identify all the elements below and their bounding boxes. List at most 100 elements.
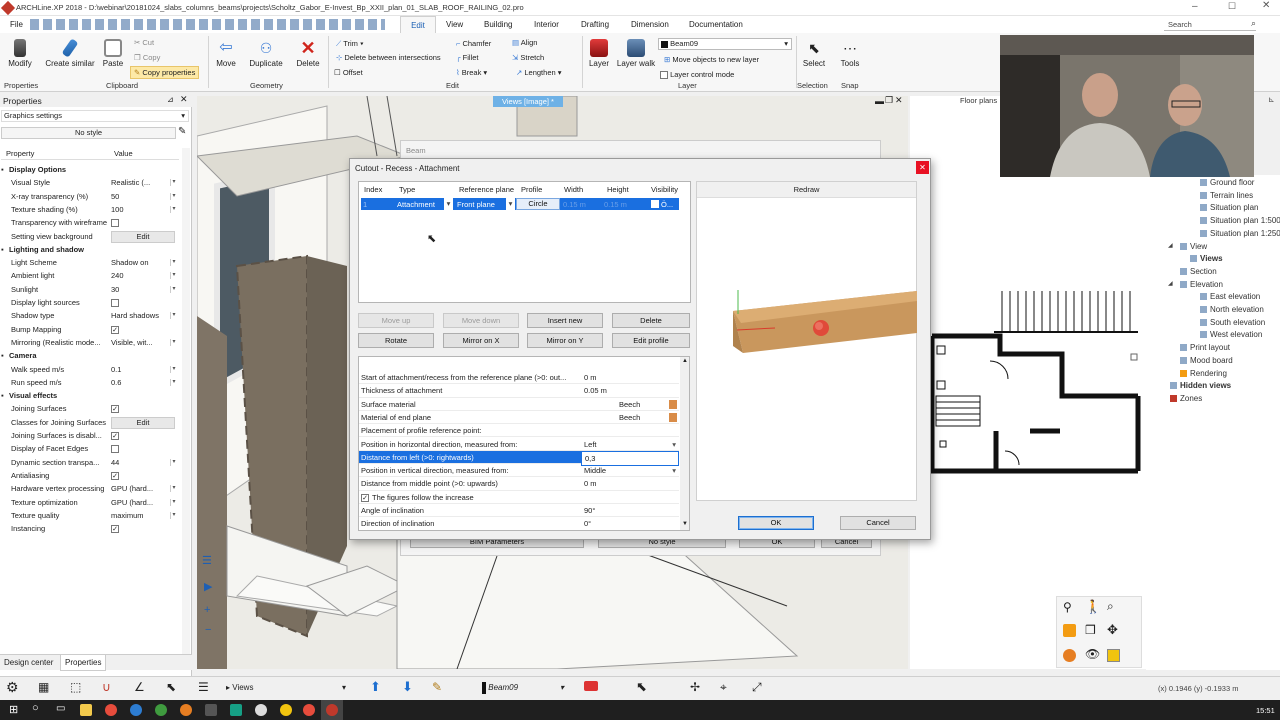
graphics-settings-select[interactable]: Graphics settings ▾ [1,110,189,122]
sun-icon[interactable] [1063,649,1076,662]
row-width[interactable]: 0.15 m [563,200,586,209]
maximize-button[interactable]: ☐ [1228,1,1236,12]
duplicate-button[interactable]: ⚇ Duplicate [246,39,286,68]
property-checkbox[interactable] [111,299,119,308]
property-section-header[interactable]: ▪ Camera [1,349,179,363]
collapse-icon[interactable]: ▪ [1,163,4,176]
parameter-row[interactable]: Position in vertical direction, measured… [359,464,679,478]
figures-follow-checkbox[interactable]: ✓ [361,493,369,502]
parameter-value[interactable]: Left [584,440,597,449]
align-button[interactable]: ▤ Align [512,38,537,47]
tree-item[interactable]: Views [1190,254,1223,263]
delete-button[interactable]: ✕ Delete [294,39,322,68]
texture-icon[interactable] [1107,649,1120,662]
scroll-down-icon[interactable]: ▼ [682,521,688,527]
row-visibility-checkbox[interactable] [651,200,659,208]
app-icon-2[interactable] [155,704,167,716]
views-tab[interactable]: Views [Image] * [493,96,563,107]
create-similar-button[interactable]: Create similar [44,38,96,68]
property-value[interactable]: Realistic (... [111,178,150,187]
measure-icon[interactable]: ⌖ [720,680,727,695]
param-scrollbar[interactable]: ▲ ▼ [680,357,689,530]
menu-edit[interactable]: Edit [400,16,436,33]
view-close-icon[interactable]: ✕ [895,96,903,106]
copy-properties-button[interactable]: ✎ Copy properties [130,66,200,79]
eye-icon[interactable]: 👁 [1085,647,1100,661]
parameter-value[interactable]: 0° [584,519,591,528]
menu-list-icon[interactable]: ☰ [198,680,209,694]
parameter-row[interactable]: Position in horizontal direction, measur… [359,438,679,451]
modify-button[interactable]: Modify [4,39,36,68]
cortana-icon[interactable]: ○ [32,702,39,714]
fillet-button[interactable]: ╭ Fillet [456,53,478,62]
app-icon-5[interactable] [230,704,242,716]
minimize-button[interactable]: – [1192,1,1198,12]
menu-documentation[interactable]: Documentation [689,20,743,29]
parameter-row[interactable]: Distance from middle point (>0: upwards)… [359,477,679,491]
tree-item[interactable]: South elevation [1200,318,1265,327]
parameter-row[interactable]: Angle of inclination 90° [359,504,679,518]
property-value[interactable]: Visible, wit... [111,338,153,347]
mirror-y-button[interactable]: Mirror on Y [527,333,603,348]
cursor-status-icon[interactable]: ⬉ [636,679,647,695]
view-restore-icon[interactable]: ❐ [885,96,893,106]
app-icon-4[interactable] [205,704,217,716]
arrow-down-icon[interactable]: ⬇ [402,679,413,695]
tree-item[interactable]: Situation plan 1:250 [1200,229,1280,238]
style-select[interactable]: No style [1,127,176,139]
menu-building[interactable]: Building [484,20,512,29]
layer-control-toggle[interactable]: Layer control mode [660,70,734,80]
redraw-button[interactable]: Redraw [697,182,916,198]
app-icon-8[interactable] [303,704,315,716]
zoom-out-icon[interactable]: − [205,624,211,636]
parameter-value[interactable]: Middle [584,466,606,475]
edit-button[interactable]: Edit [111,416,175,429]
row-type[interactable]: Attachment [397,200,435,209]
file-explorer-icon[interactable] [80,704,92,716]
archline-taskbar-button[interactable] [321,700,343,720]
parameter-value[interactable]: 0 m [584,373,597,382]
dimension-icon[interactable]: ⤢ [752,680,762,695]
stretch-button[interactable]: ⇲ Stretch [512,53,544,62]
property-value[interactable]: 100 [111,205,124,214]
insert-new-button[interactable]: Insert new [527,313,603,328]
property-value[interactable]: 0.1 [111,365,121,374]
tab-design-center[interactable]: Design center [4,658,53,667]
delete-row-button[interactable]: Delete [612,313,690,328]
rotate-button[interactable]: Rotate [358,333,434,348]
property-checkbox[interactable]: ✓ [111,525,119,534]
property-value[interactable]: 30 [111,285,119,294]
cube-icon[interactable]: ❒ [1085,623,1096,637]
trim-button[interactable]: ⟋ Trim ▾ [336,39,364,49]
task-view-icon[interactable]: ▭ [56,703,65,714]
row-type-dropdown-icon[interactable]: ▾ [444,198,453,210]
property-value[interactable]: GPU (hard... [111,498,153,507]
dialog-close-button[interactable]: ✕ [916,161,929,174]
property-checkbox[interactable] [111,445,119,454]
quick-access-toolbar[interactable] [30,19,385,30]
parameter-row[interactable]: Placement of profile reference point: [359,424,679,438]
paste-button[interactable]: Paste [100,39,126,68]
layer-stack-status-icon[interactable] [584,681,598,691]
menu-dimension[interactable]: Dimension [631,20,669,29]
tree-item[interactable]: Ground floor [1200,178,1254,187]
select-button[interactable]: ⬉ Select [800,39,828,68]
pan-icon[interactable]: ✥ [1107,622,1118,638]
panel-scrollbar[interactable] [182,148,190,663]
lengthen-button[interactable]: ↗ Lengthen ▾ [516,68,562,77]
move-up-button[interactable]: Move up [358,313,434,328]
tree-settings-icon[interactable]: ⊾ [1268,95,1275,104]
property-value[interactable]: 50 [111,192,119,201]
column-header[interactable]: Profile [521,185,542,194]
row-plane-dropdown-icon[interactable]: ▾ [506,198,515,210]
play-icon[interactable]: ▶ [204,580,212,593]
edit-button[interactable]: Edit [111,230,175,243]
parameter-row[interactable]: ✓ The figures follow the increase [359,491,679,504]
chrome-icon[interactable] [105,704,117,716]
row-height[interactable]: 0.15 m [604,200,627,209]
tree-item[interactable]: ◢ Elevation [1168,280,1223,289]
column-header[interactable]: Index [364,185,382,194]
views-select[interactable]: ▸ Views ▾ [226,681,348,695]
parameter-value[interactable]: 0.05 m [584,386,607,395]
tree-item[interactable]: Situation plan 1:500 [1200,216,1280,225]
